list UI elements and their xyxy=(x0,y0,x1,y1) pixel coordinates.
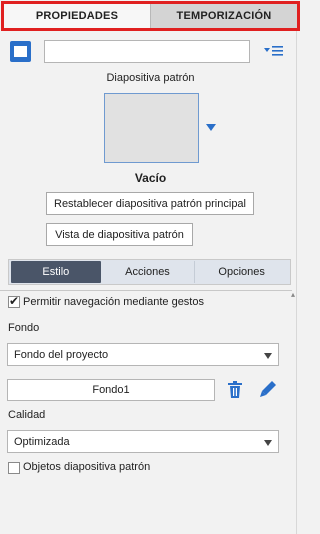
panel-edge xyxy=(296,31,297,534)
tab-options[interactable]: Opciones xyxy=(194,261,288,283)
quality-label: Calidad xyxy=(8,409,46,421)
tab-properties[interactable]: PROPIEDADES xyxy=(4,4,151,28)
divider xyxy=(0,290,292,291)
background-select[interactable]: Fondo del proyecto xyxy=(7,343,279,366)
background-label: Fondo xyxy=(8,322,40,334)
tab-style[interactable]: Estilo xyxy=(11,261,101,283)
gestures-checkbox[interactable] xyxy=(8,294,20,308)
tab-timing[interactable]: TEMPORIZACIÓN xyxy=(151,4,297,28)
dropdown-arrow-icon[interactable] xyxy=(206,124,216,131)
master-objects-checkbox[interactable] xyxy=(8,462,20,474)
slide-name-input[interactable] xyxy=(44,40,250,63)
chevron-down-icon xyxy=(264,353,272,359)
master-slide-thumbnail[interactable] xyxy=(104,93,199,163)
collapse-icon[interactable]: ▴ xyxy=(291,291,299,299)
slide-icon[interactable] xyxy=(10,41,31,62)
quality-select-value: Optimizada xyxy=(14,435,70,448)
top-tabs: PROPIEDADES TEMPORIZACIÓN xyxy=(1,1,300,31)
reset-master-button[interactable]: Restablecer diapositiva patrón principal xyxy=(46,192,254,215)
pen-icon[interactable] xyxy=(259,380,277,398)
master-objects-label: Objetos diapositiva patrón xyxy=(23,461,151,473)
style-tabs: Estilo Acciones Opciones xyxy=(8,259,291,285)
tab-actions[interactable]: Acciones xyxy=(101,261,195,283)
background-name-field[interactable]: Fondo1 xyxy=(7,379,215,401)
thumbnail-caption: Vacío xyxy=(134,171,167,185)
trash-icon[interactable] xyxy=(227,381,243,399)
master-slide-label: Diapositiva patrón xyxy=(106,72,195,84)
chevron-down-icon xyxy=(264,440,272,446)
quality-select[interactable]: Optimizada xyxy=(7,430,279,453)
gestures-label: Permitir navegación mediante gestos xyxy=(23,296,204,308)
background-select-value: Fondo del proyecto xyxy=(14,348,109,361)
list-menu-icon[interactable] xyxy=(263,44,285,60)
master-view-button[interactable]: Vista de diapositiva patrón xyxy=(46,223,193,246)
